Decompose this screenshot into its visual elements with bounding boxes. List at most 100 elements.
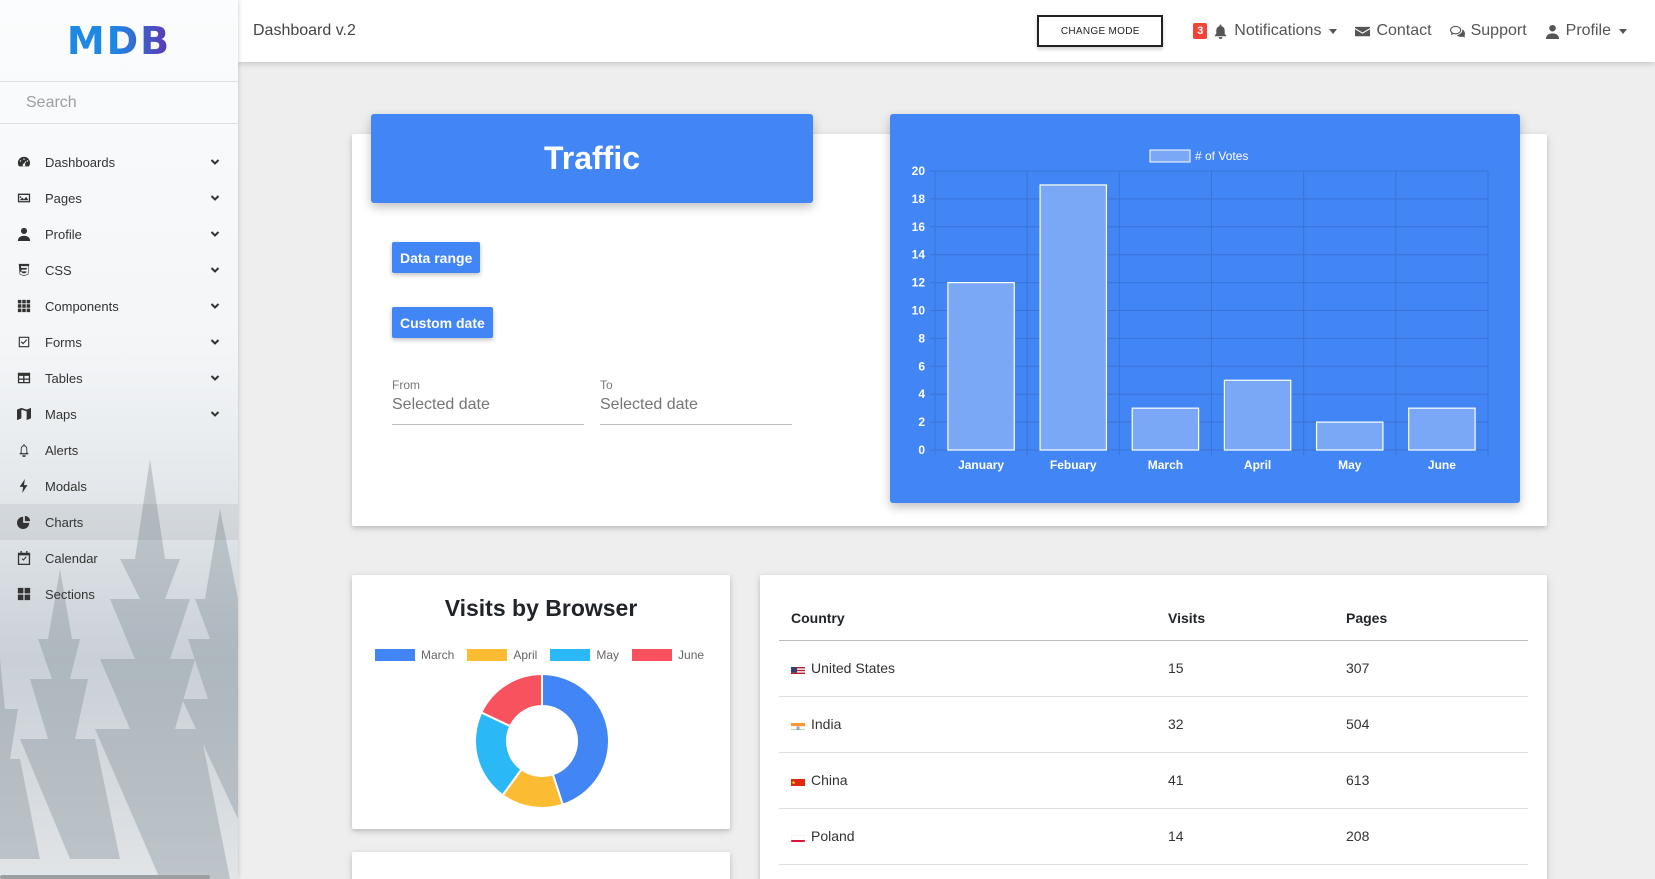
sidebar-item-label: Alerts bbox=[45, 442, 79, 458]
navbar-right: CHANGE MODE 3 Notifications Contact Supp… bbox=[1037, 15, 1645, 47]
sidebar-item-sections[interactable]: Sections bbox=[0, 576, 238, 612]
notifications-label: Notifications bbox=[1234, 22, 1322, 39]
sidebar-item-label: Profile bbox=[45, 226, 82, 242]
sidebar-item-label: Components bbox=[45, 298, 119, 314]
legend-label: June bbox=[678, 648, 705, 662]
bar-febuary bbox=[1039, 184, 1108, 451]
bell-icon bbox=[17, 443, 31, 457]
pages-cell: 504 bbox=[1334, 696, 1528, 753]
user-icon bbox=[17, 227, 31, 241]
search-input[interactable] bbox=[26, 93, 216, 112]
legend-item-april[interactable]: April bbox=[467, 648, 537, 662]
browser-chart-title: Visits by Browser bbox=[444, 595, 638, 621]
flag-pl-icon bbox=[791, 832, 805, 842]
sidebar-item-profile[interactable]: Profile bbox=[0, 216, 238, 252]
support-link[interactable]: Support bbox=[1449, 22, 1527, 40]
sidebar-search bbox=[0, 82, 238, 124]
table-icon bbox=[17, 371, 31, 385]
sidebar-item-label: Tables bbox=[45, 370, 83, 386]
support-label: Support bbox=[1470, 22, 1527, 39]
y-tick-label: 8 bbox=[918, 331, 925, 345]
caret-down-icon bbox=[1329, 28, 1338, 34]
logo[interactable]: MDB bbox=[0, 0, 238, 82]
x-tick-label: Febuary bbox=[1050, 458, 1097, 472]
table-row: Poland 14 208 bbox=[779, 808, 1528, 865]
th-large-icon bbox=[17, 587, 31, 601]
sidebar-item-label: Charts bbox=[45, 514, 84, 530]
visits-cell: 15 bbox=[1156, 640, 1334, 697]
tachometer-icon bbox=[17, 155, 31, 169]
country-name: Poland bbox=[811, 828, 855, 844]
from-date-input[interactable] bbox=[392, 396, 584, 425]
sidebar-item-pages[interactable]: Pages bbox=[0, 180, 238, 216]
to-date-field: To bbox=[600, 378, 792, 425]
calendar-check-icon bbox=[17, 551, 31, 565]
bar-march bbox=[1131, 407, 1200, 451]
chevron-down-icon bbox=[210, 335, 220, 350]
votes-bar-chart: # of Votes 0 2 4 6 8 10 12 14 16 18 20 January Febuar… bbox=[912, 149, 1489, 472]
sidebar-item-dashboards[interactable]: Dashboards bbox=[0, 144, 238, 180]
sidebar-item-forms[interactable]: Forms bbox=[0, 324, 238, 360]
comments-icon bbox=[1449, 25, 1465, 38]
pages-cell: 208 bbox=[1334, 808, 1528, 865]
contact-link[interactable]: Contact bbox=[1355, 22, 1432, 40]
change-mode-button[interactable]: CHANGE MODE bbox=[1037, 15, 1164, 47]
flag-us-icon bbox=[791, 664, 805, 674]
sidebar-menu: Dashboards Pages Profile CSS Components Forms… bbox=[0, 144, 238, 612]
country-cell: India bbox=[779, 696, 1156, 753]
custom-date-button[interactable]: Custom date bbox=[392, 307, 493, 338]
sidebar-item-tables[interactable]: Tables bbox=[0, 360, 238, 396]
country-cell: China bbox=[779, 752, 1156, 809]
legend-item-june[interactable]: June bbox=[632, 648, 704, 662]
browser-donut-chart bbox=[474, 672, 610, 809]
chevron-down-icon bbox=[210, 263, 220, 278]
page-title: Dashboard v.2 bbox=[253, 22, 356, 39]
data-range-button[interactable]: Data range bbox=[392, 242, 481, 273]
envelope-icon bbox=[1355, 26, 1371, 36]
notifications-dropdown[interactable]: 3 Notifications bbox=[1193, 22, 1338, 40]
sidebar-item-label: Calendar bbox=[45, 550, 98, 566]
legend-swatch bbox=[375, 649, 415, 661]
sidebar-item-label: CSS bbox=[45, 262, 72, 278]
x-tick-label: March bbox=[1148, 458, 1183, 472]
y-tick-label: 0 bbox=[918, 443, 925, 457]
traffic-header: Traffic bbox=[371, 114, 813, 203]
top-navbar: Dashboard v.2 CHANGE MODE 3 Notification… bbox=[238, 0, 1655, 62]
sidebar-item-css[interactable]: CSS bbox=[0, 252, 238, 288]
sidebar-item-label: Sections bbox=[45, 586, 95, 602]
y-tick-label: 18 bbox=[912, 192, 926, 206]
visits-cell: 32 bbox=[1156, 696, 1334, 753]
legend-label: March bbox=[421, 648, 455, 662]
bar-june bbox=[1408, 407, 1476, 451]
flag-cn-icon bbox=[791, 776, 805, 786]
sidebar-item-alerts[interactable]: Alerts bbox=[0, 432, 238, 468]
to-date-input[interactable] bbox=[600, 396, 792, 425]
x-tick-label: June bbox=[1428, 458, 1456, 472]
sidebar-item-charts[interactable]: Charts bbox=[0, 504, 238, 540]
profile-label: Profile bbox=[1565, 22, 1611, 39]
y-tick-label: 6 bbox=[918, 359, 925, 373]
country-cell: United States bbox=[779, 640, 1156, 697]
country-visits-table: Country Visits Pages United States 15 307 I… bbox=[779, 597, 1528, 865]
sidebar-scrollbar[interactable] bbox=[0, 875, 210, 879]
legend-swatch bbox=[1149, 149, 1191, 163]
sidebar-item-maps[interactable]: Maps bbox=[0, 396, 238, 432]
legend-item-march[interactable]: March bbox=[375, 648, 454, 662]
to-label: To bbox=[600, 378, 613, 392]
profile-dropdown[interactable]: Profile bbox=[1545, 22, 1627, 40]
visits-cell: 41 bbox=[1156, 752, 1334, 809]
header-visits: Visits bbox=[1156, 597, 1334, 641]
chevron-down-icon bbox=[210, 227, 220, 242]
legend-item-may[interactable]: May bbox=[550, 648, 619, 662]
sidebar-item-calendar[interactable]: Calendar bbox=[0, 540, 238, 576]
table-row: China 41 613 bbox=[779, 752, 1528, 809]
sidebar-item-modals[interactable]: Modals bbox=[0, 468, 238, 504]
sidebar-item-components[interactable]: Components bbox=[0, 288, 238, 324]
pie-chart-icon bbox=[17, 515, 31, 529]
sidebar-item-label: Maps bbox=[45, 406, 77, 422]
header-pages: Pages bbox=[1334, 597, 1528, 641]
chevron-down-icon bbox=[210, 299, 220, 314]
notifications-badge: 3 bbox=[1193, 23, 1208, 39]
x-tick-label: April bbox=[1244, 458, 1271, 472]
sidebar: MDB Dashboards Pages Profile CSS Components F… bbox=[0, 0, 238, 879]
